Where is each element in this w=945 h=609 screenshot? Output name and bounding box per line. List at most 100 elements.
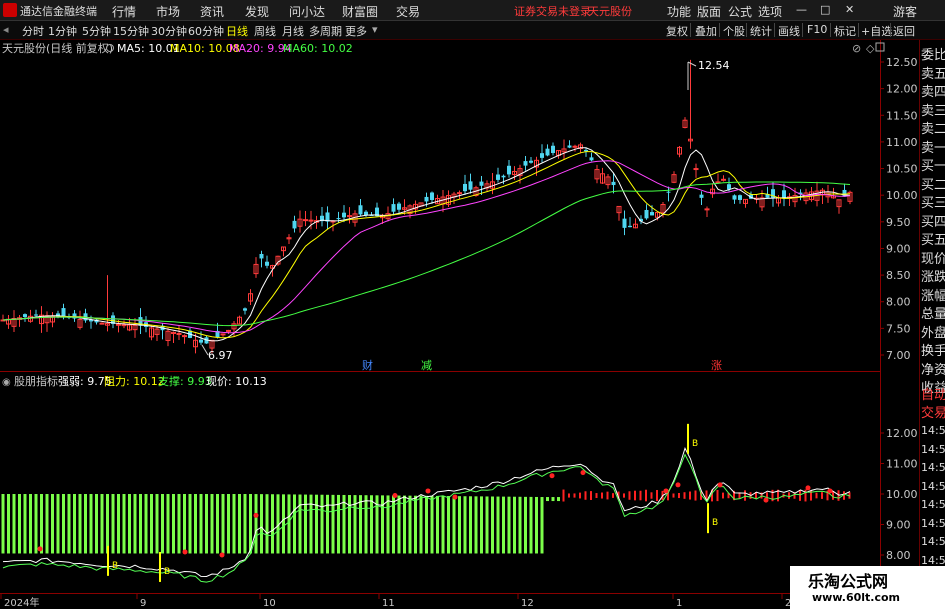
indicator-bar xyxy=(232,494,236,554)
toolbar-back[interactable]: 返回 xyxy=(893,23,915,39)
menu-wealth[interactable]: 财富圈 xyxy=(342,3,378,20)
toolbar-stock[interactable]: 个股 xyxy=(723,23,745,39)
minimize-button[interactable]: — xyxy=(796,3,807,16)
indicator-bar xyxy=(95,494,98,554)
indicator-bar xyxy=(650,492,653,499)
candle-body xyxy=(540,153,544,158)
period-30min[interactable]: 30分钟 xyxy=(151,23,187,39)
trade-time: 14:56 xyxy=(921,461,945,474)
menu-formula[interactable]: 公式 xyxy=(728,3,752,20)
indicator-bar xyxy=(254,494,258,554)
guest-label[interactable]: 游客 xyxy=(893,3,917,20)
period-multi[interactable]: 多周期 xyxy=(309,23,342,39)
close-button[interactable]: ✕ xyxy=(845,3,854,16)
candle-body xyxy=(628,225,632,228)
indicator-bar xyxy=(491,496,494,554)
trade-time: 14:56 xyxy=(921,535,945,548)
candle-body xyxy=(650,212,654,216)
indicator-bar xyxy=(18,494,21,554)
quote-label: 买四 xyxy=(921,214,945,230)
toolbar-mark[interactable]: 标记 xyxy=(834,23,856,39)
toolbar-stats[interactable]: 统计 xyxy=(750,23,772,39)
indicator-bar xyxy=(210,494,214,554)
period-5min[interactable]: 5分钟 xyxy=(82,23,111,39)
indicator-bar xyxy=(425,495,428,554)
auto-trade-label[interactable]: 交易 xyxy=(921,402,945,421)
indicator-bar xyxy=(227,494,230,554)
quote-side-panel: 委比 卖五 卖四 卖三 卖二 卖一 买一 买二 买三 买四 买五 现价 涨跌 涨幅 总量 外盘 换手 净资 收益 自动… xyxy=(919,40,945,609)
quote-label: 卖三 xyxy=(921,103,945,119)
maximize-button[interactable]: □ xyxy=(820,3,830,16)
indicator-bar xyxy=(480,496,483,554)
signal-dot xyxy=(717,482,723,488)
indicator-bar xyxy=(408,495,412,554)
y-tick-label: 8.50 xyxy=(886,269,911,282)
period-monthly[interactable]: 月线 xyxy=(282,23,304,39)
indicator-bar xyxy=(815,492,818,499)
indicator-bar xyxy=(529,496,533,554)
candle-body xyxy=(397,203,401,210)
indicator-bar xyxy=(260,494,263,554)
indicator-bar xyxy=(678,493,680,499)
auto-trade-label[interactable]: 自动 xyxy=(921,384,945,403)
indicator-bar xyxy=(788,492,790,499)
period-more[interactable]: 更多 xyxy=(345,23,367,39)
menu-discover[interactable]: 发现 xyxy=(245,3,269,20)
chart-canvas[interactable]: B B B B 12.50 12.00 11.50 11.00 10.50 10.00 9.50 9… xyxy=(0,40,919,609)
toolbar-overlay[interactable]: 叠加 xyxy=(695,23,717,39)
quote-label: 涨跌 xyxy=(921,270,945,285)
period-1min[interactable]: 1分钟 xyxy=(48,23,77,39)
menu-layout[interactable]: 版面 xyxy=(697,3,721,20)
indicator-bar xyxy=(584,491,587,500)
candle-body xyxy=(116,323,121,326)
menu-quotes[interactable]: 行情 xyxy=(112,3,136,20)
indicator-bar xyxy=(12,494,16,554)
indicator-bar xyxy=(722,492,724,499)
indicator-bar xyxy=(309,494,313,554)
candle-body xyxy=(342,212,346,218)
more-dropdown-icon[interactable]: ▾ xyxy=(372,23,378,36)
toolbar-draw[interactable]: 画线 xyxy=(778,23,800,39)
support-label: 支撑: 9.93 xyxy=(158,374,212,388)
indicator-bar xyxy=(628,491,631,500)
period-weekly[interactable]: 周线 xyxy=(254,23,276,39)
quote-label: 外盘 xyxy=(921,325,945,341)
indicator-bar xyxy=(612,493,614,498)
y-tick-label: 12.50 xyxy=(886,56,918,69)
menu-news[interactable]: 资讯 xyxy=(200,3,224,20)
ma-line xyxy=(2,147,851,342)
period-15min[interactable]: 15分钟 xyxy=(113,23,149,39)
toolbar-f10[interactable]: F10 xyxy=(807,23,827,36)
signal-dot xyxy=(580,470,586,476)
indicator-bar xyxy=(271,494,274,554)
period-daily[interactable]: 日线 xyxy=(226,23,248,39)
indicator-bar xyxy=(821,492,823,499)
watermark-title: 乐淘公式网 xyxy=(808,572,889,591)
menu-function[interactable]: 功能 xyxy=(667,3,691,20)
candle-body xyxy=(507,165,511,175)
menu-trade[interactable]: 交易 xyxy=(396,3,420,20)
toolbar-add-favorite[interactable]: +自选 xyxy=(861,23,892,39)
toolbar-adjust[interactable]: 复权 xyxy=(666,23,688,39)
indicator-bar xyxy=(645,489,647,502)
app-title: 通达信金融终端 xyxy=(20,5,97,18)
indicator-bar xyxy=(656,489,658,502)
candle-body xyxy=(457,192,462,195)
period-scroll-left-icon[interactable]: ◂ xyxy=(3,23,9,36)
quote-label: 买五 xyxy=(921,233,945,248)
quote-label: 净资 xyxy=(921,362,945,378)
y-tick-label: 11.50 xyxy=(886,109,918,122)
candle-body xyxy=(259,253,264,259)
login-warning[interactable]: 证券交易未登录 xyxy=(514,3,591,19)
signal-dot xyxy=(549,473,555,479)
indicator-bar xyxy=(122,494,126,554)
period-60min[interactable]: 60分钟 xyxy=(188,23,224,39)
candle-body xyxy=(303,219,308,222)
menu-options[interactable]: 选项 xyxy=(758,3,782,20)
indicator-bar xyxy=(524,496,527,554)
indicator-bar xyxy=(397,495,401,554)
menu-market[interactable]: 市场 xyxy=(156,3,180,20)
period-intraday[interactable]: 分时 xyxy=(22,23,44,39)
indicator-bar xyxy=(298,494,302,554)
menu-ask[interactable]: 问小达 xyxy=(289,3,325,20)
